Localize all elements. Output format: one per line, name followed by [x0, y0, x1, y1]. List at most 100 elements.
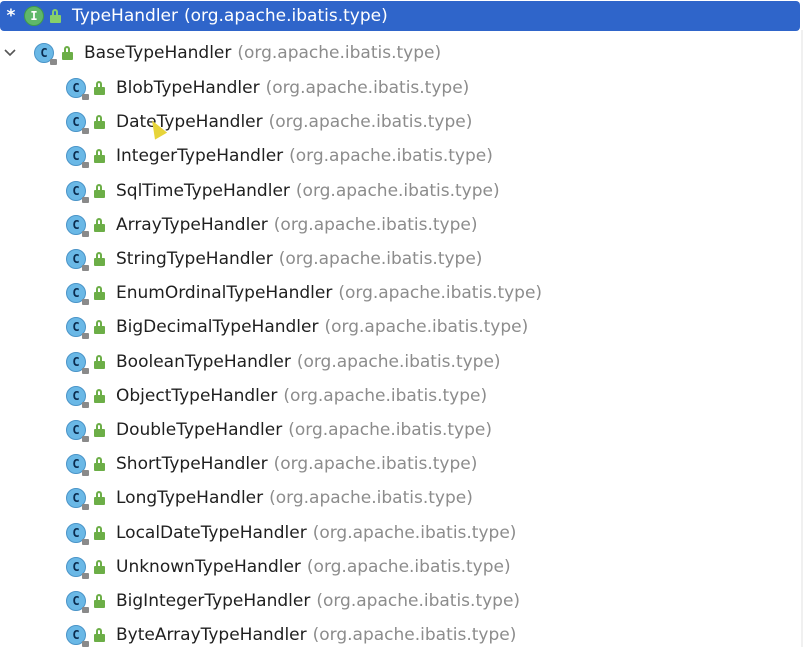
public-visibility-icon: [94, 320, 106, 335]
tree-node-subclass[interactable]: C IntegerTypeHandler (org.apache.ibatis.ty…: [66, 141, 493, 171]
node-name: ByteArrayTypeHandler: [116, 625, 307, 646]
tree-node-subclass[interactable]: C BigDecimalTypeHandler (org.apache.ibatis…: [66, 312, 528, 342]
class-icon: C: [34, 43, 57, 65]
tree-node-subclass[interactable]: C SqlTimeTypeHandler (org.apache.ibatis.ty…: [66, 176, 500, 206]
class-icon-letter: C: [72, 183, 80, 198]
tree-node-subclass[interactable]: C UnknownTypeHandler (org.apache.ibatis.ty…: [66, 552, 511, 582]
class-icon-letter: C: [72, 115, 80, 130]
public-visibility-icon: [94, 525, 106, 540]
node-name: ArrayTypeHandler: [116, 214, 268, 235]
class-icon: C: [66, 146, 89, 169]
node-package: (org.apache.ibatis.type): [289, 146, 493, 167]
node-name: IntegerTypeHandler: [116, 146, 284, 167]
public-visibility-icon: [50, 9, 62, 23]
node-name: SqlTimeTypeHandler: [116, 180, 290, 201]
class-icon-letter: C: [72, 149, 80, 164]
node-name: LongTypeHandler: [116, 488, 264, 509]
class-icon: C: [66, 351, 89, 374]
node-package: (org.apache.ibatis.type): [273, 214, 478, 235]
tree-node-subclass[interactable]: C ByteArrayTypeHandler (org.apache.ibatis.…: [66, 620, 516, 650]
node-package: (org.apache.ibatis.type): [296, 351, 501, 372]
public-visibility-icon: [94, 628, 106, 643]
public-visibility-icon: [94, 491, 106, 506]
public-visibility-icon: [94, 286, 106, 301]
public-visibility-icon: [94, 559, 106, 574]
node-package: (org.apache.ibatis.type): [265, 78, 470, 98]
public-visibility-icon: [94, 149, 106, 164]
public-visibility-icon: [94, 217, 106, 232]
node-package: (org.apache.ibatis.type): [278, 249, 483, 269]
public-visibility-icon: [94, 252, 106, 266]
root-marker: *: [6, 6, 16, 26]
tree-node-subclass[interactable]: C StringTypeHandler (org.apache.ibatis.typ…: [66, 244, 482, 274]
tree-node-subclass[interactable]: C ObjectTypeHandler (org.apache.ibatis.typ…: [66, 381, 487, 411]
node-package: (org.apache.ibatis.type): [312, 522, 517, 543]
tree-node-base[interactable]: C BaseTypeHandler (org.apache.ibatis.typ…: [0, 38, 441, 68]
node-name: DoubleTypeHandler: [116, 420, 283, 440]
class-icon-letter: C: [72, 559, 80, 574]
node-package: (org.apache.ibatis.type): [283, 385, 488, 406]
class-icon-letter: C: [72, 354, 80, 369]
class-icon: C: [66, 180, 89, 203]
node-name: BooleanTypeHandler: [116, 351, 291, 372]
class-icon: C: [66, 556, 89, 579]
class-icon-letter: C: [72, 217, 80, 232]
tree-node-root[interactable]: * I TypeHandler (org.apache.ibatis.type): [0, 1, 800, 31]
class-icon-letter: C: [40, 46, 48, 60]
node-name: BigIntegerTypeHandler: [116, 591, 311, 611]
class-icon-letter: C: [72, 320, 80, 335]
class-icon-letter: C: [72, 457, 80, 472]
class-icon-letter: C: [72, 525, 80, 540]
tree-node-subclass[interactable]: C LongTypeHandler (org.apache.ibatis.type): [66, 483, 473, 513]
class-icon: C: [66, 112, 89, 135]
class-icon: C: [66, 249, 89, 271]
public-visibility-icon: [94, 457, 106, 472]
class-icon: C: [66, 522, 89, 545]
node-name: TypeHandler: [72, 6, 178, 26]
node-package: (org.apache.ibatis.type): [338, 283, 543, 304]
class-icon-letter: C: [72, 286, 80, 301]
tree-node-subclass[interactable]: C BlobTypeHandler (org.apache.ibatis.type): [66, 73, 469, 103]
class-icon: C: [66, 420, 89, 442]
class-icon-letter: C: [72, 252, 80, 266]
tree-node-subclass[interactable]: C ShortTypeHandler (org.apache.ibatis.type…: [66, 449, 477, 479]
node-package: (org.apache.ibatis.type): [237, 43, 442, 63]
class-icon: C: [66, 454, 89, 477]
chevron-down-icon[interactable]: [0, 43, 20, 63]
public-visibility-icon: [94, 81, 106, 95]
interface-icon: I: [24, 6, 44, 26]
node-name: BlobTypeHandler: [116, 78, 260, 98]
node-name: UnknownTypeHandler: [116, 556, 301, 577]
node-package: (org.apache.ibatis.type): [268, 112, 473, 133]
class-icon-letter: C: [72, 594, 80, 608]
node-name: BigDecimalTypeHandler: [116, 317, 319, 338]
class-icon-letter: C: [72, 491, 80, 506]
class-icon: C: [66, 214, 89, 237]
tree-node-subclass[interactable]: C EnumOrdinalTypeHandler (org.apache.ibati…: [66, 278, 542, 308]
class-icon-letter: C: [72, 388, 80, 403]
class-icon: C: [66, 385, 89, 408]
tree-node-subclass[interactable]: C LocalDateTypeHandler (org.apache.ibatis.…: [66, 518, 516, 548]
type-hierarchy-tree: * I TypeHandler (org.apache.ibatis.type)…: [0, 0, 803, 650]
public-visibility-icon: [62, 46, 74, 60]
public-visibility-icon: [94, 183, 106, 198]
node-package: (org.apache.ibatis.type): [295, 180, 500, 201]
tree-node-subclass[interactable]: C DateTypeHandler (org.apache.ibatis.type): [66, 107, 472, 137]
node-name: EnumOrdinalTypeHandler: [116, 283, 333, 304]
node-name: BaseTypeHandler: [84, 43, 232, 63]
public-visibility-icon: [94, 594, 106, 608]
class-icon: C: [66, 625, 89, 648]
node-name: DateTypeHandler: [116, 112, 263, 133]
node-package: (org.apache.ibatis.type): [324, 317, 529, 338]
class-icon: C: [66, 317, 89, 340]
tree-node-subclass[interactable]: C DoubleTypeHandler (org.apache.ibatis.typ…: [66, 415, 492, 445]
tree-node-subclass[interactable]: C BigIntegerTypeHandler (org.apache.ibatis…: [66, 586, 520, 616]
node-name: LocalDateTypeHandler: [116, 522, 307, 543]
tree-node-subclass[interactable]: C BooleanTypeHandler (org.apache.ibatis.ty…: [66, 347, 501, 377]
tree-node-subclass[interactable]: C ArrayTypeHandler (org.apache.ibatis.type…: [66, 210, 478, 240]
node-name: ShortTypeHandler: [116, 454, 268, 475]
class-icon-letter: C: [72, 81, 80, 95]
node-package: (org.apache.ibatis.type): [288, 420, 492, 440]
class-icon: C: [66, 591, 89, 613]
interface-icon-letter: I: [30, 9, 38, 23]
